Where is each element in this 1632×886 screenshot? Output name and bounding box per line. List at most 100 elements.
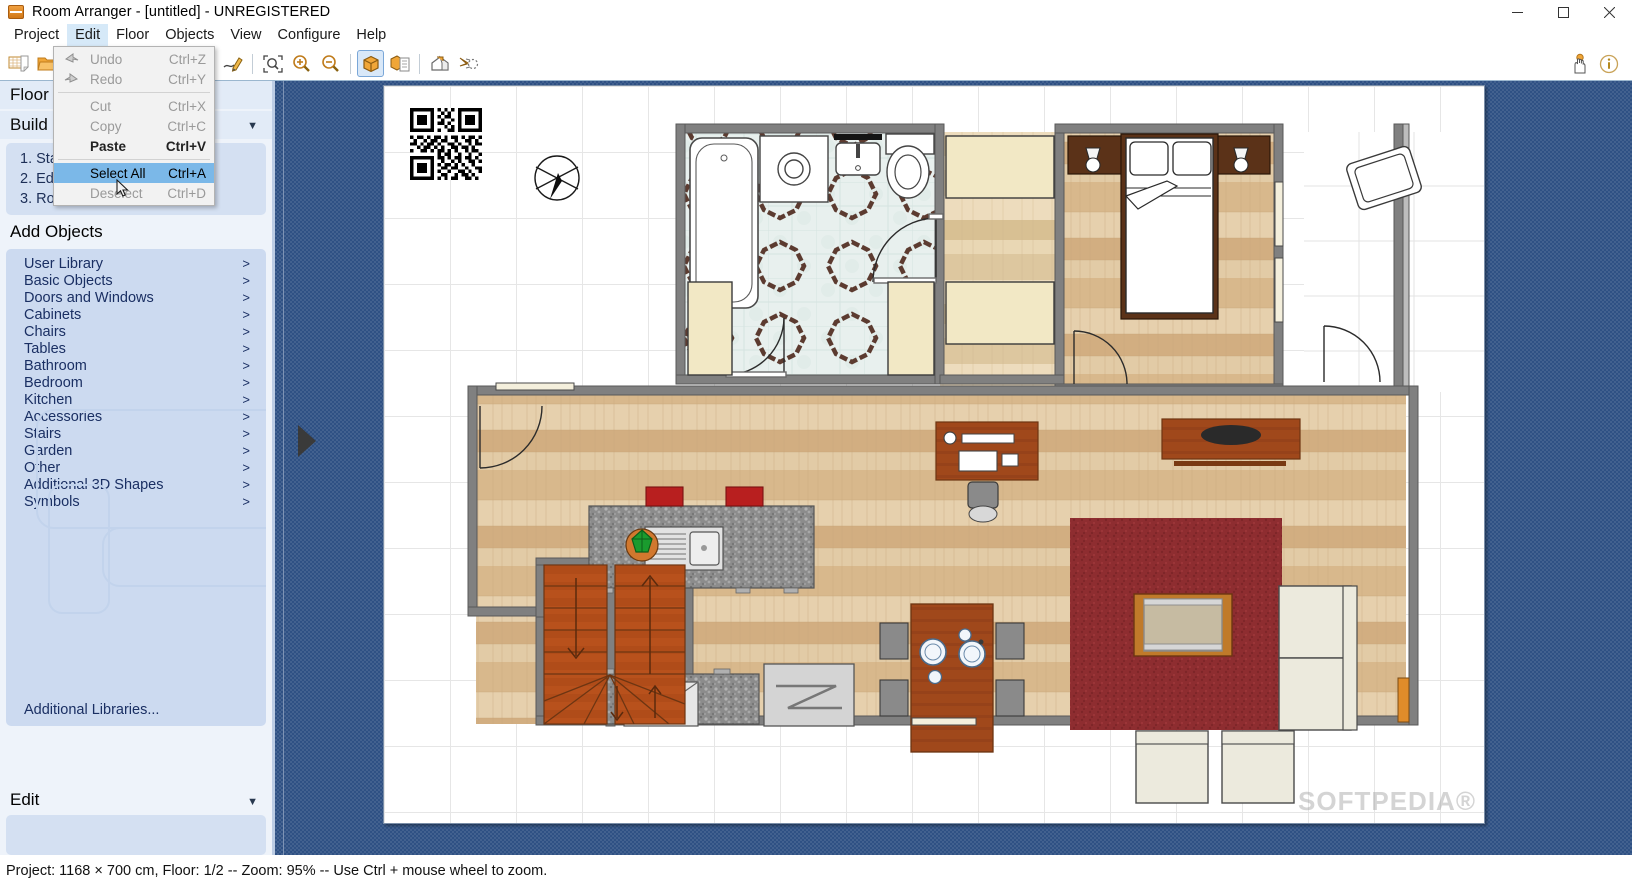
view-3d-box-icon[interactable] xyxy=(357,50,384,77)
chevron-right-icon: > xyxy=(242,375,250,390)
view-multi-page-icon[interactable] xyxy=(386,50,413,77)
object-desk xyxy=(935,421,1039,481)
chevron-right-icon: > xyxy=(242,477,250,492)
minimize-button[interactable] xyxy=(1494,0,1540,24)
category-label: Garden xyxy=(24,442,73,459)
object-bar-stool-1 xyxy=(645,486,684,507)
sidebar-item-basic-objects[interactable]: Basic Objects > xyxy=(6,272,266,289)
status-text: Project: 1168 × 700 cm, Floor: 1/2 -- Zo… xyxy=(6,862,548,879)
undo-icon xyxy=(64,53,79,63)
object-window-hall-top xyxy=(495,382,575,391)
title-bar: Room Arranger - [untitled] - UNREGISTERE… xyxy=(0,0,1632,24)
window-title: Room Arranger - [untitled] - UNREGISTERE… xyxy=(32,4,331,20)
object-armchair-1 xyxy=(1135,730,1209,804)
sidebar-item-stairs[interactable]: Stairs > xyxy=(6,425,266,442)
menu-item-select-all[interactable]: Select All Ctrl+A xyxy=(54,163,214,183)
category-label: Additional 3D Shapes xyxy=(24,476,164,493)
edit-menu-popup[interactable]: Undo Ctrl+Z Redo Ctrl+Y Cut Ctrl+X Copy … xyxy=(53,46,215,206)
object-nightstand-right xyxy=(1215,135,1271,175)
sidebar-edit-header[interactable]: Edit ▼ xyxy=(0,785,272,815)
object-glass-2 xyxy=(927,669,943,685)
menu-item-cut[interactable]: Cut Ctrl+X xyxy=(54,96,214,116)
menu-item-label: Cut xyxy=(90,98,112,114)
object-sideboard-tv xyxy=(1161,418,1301,466)
menu-item-undo[interactable]: Undo Ctrl+Z xyxy=(54,49,214,69)
edit-pencil-icon[interactable] xyxy=(219,50,246,77)
sidebar-item-symbols[interactable]: Symbols > xyxy=(6,493,266,510)
menu-item-shortcut: Ctrl+X xyxy=(168,98,206,114)
menu-objects[interactable]: Objects xyxy=(157,24,222,47)
sidebar-item-accessories[interactable]: Accessories > xyxy=(6,408,266,425)
pan-arrow-handle[interactable] xyxy=(298,425,316,457)
object-lamp-left xyxy=(1085,147,1101,173)
sidebar-item-user-library[interactable]: User Library > xyxy=(6,255,266,272)
object-sofa xyxy=(1278,585,1358,731)
menu-item-shortcut: Ctrl+Z xyxy=(168,51,206,67)
panel-splitter[interactable] xyxy=(272,81,284,855)
category-label: Stairs xyxy=(24,425,62,442)
sidebar-item-garden[interactable]: Garden > xyxy=(6,442,266,459)
category-label: Kitchen xyxy=(24,391,73,408)
object-bar-stool-2 xyxy=(725,486,764,507)
zoom-in-icon[interactable] xyxy=(288,50,315,77)
chevron-down-icon[interactable]: ▼ xyxy=(247,796,258,808)
additional-libraries-link[interactable]: Additional Libraries... xyxy=(6,702,266,718)
chevron-down-icon[interactable]: ▼ xyxy=(247,120,258,132)
toolbar-separator xyxy=(350,53,351,74)
object-nightstand-left xyxy=(1067,135,1123,175)
object-dining-table xyxy=(910,603,994,753)
floor-plan-paper[interactable]: SOFTPEDIA® xyxy=(383,85,1485,824)
maximize-button[interactable] xyxy=(1540,0,1586,24)
walkthrough-house-icon[interactable] xyxy=(426,50,453,77)
object-plate-1 xyxy=(919,638,947,666)
object-cabinet-bath-right-1 xyxy=(887,281,935,376)
sidebar-item-additional-3d-shapes[interactable]: Additional 3D Shapes > xyxy=(6,476,266,493)
sidebar-item-bathroom[interactable]: Bathroom > xyxy=(6,357,266,374)
menu-configure[interactable]: Configure xyxy=(270,24,349,47)
category-label: Doors and Windows xyxy=(24,289,154,306)
mouse-cursor xyxy=(116,179,129,197)
object-coffee-table xyxy=(1133,593,1233,657)
sidebar-item-kitchen[interactable]: Kitchen > xyxy=(6,391,266,408)
toolbar: 3.5m xyxy=(0,47,1632,81)
floor-plan-drawing[interactable] xyxy=(384,86,1485,824)
menu-view[interactable]: View xyxy=(222,24,269,47)
object-washing-machine xyxy=(759,135,829,203)
menu-item-label: Redo xyxy=(90,71,123,87)
object-lamp-right xyxy=(1233,147,1249,173)
menu-item-paste[interactable]: Paste Ctrl+V xyxy=(54,136,214,156)
add-objects-header: Add Objects xyxy=(0,215,272,249)
category-label: Bedroom xyxy=(24,374,83,391)
menu-item-redo[interactable]: Redo Ctrl+Y xyxy=(54,69,214,89)
info-icon[interactable] xyxy=(1595,50,1622,77)
sidebar-item-bedroom[interactable]: Bedroom > xyxy=(6,374,266,391)
category-label: Bathroom xyxy=(24,357,87,374)
sidebar-item-cabinets[interactable]: Cabinets > xyxy=(6,306,266,323)
sidebar-item-chairs[interactable]: Chairs > xyxy=(6,323,266,340)
menu-floor[interactable]: Floor xyxy=(108,24,157,47)
sidebar-item-doors-and-windows[interactable]: Doors and Windows > xyxy=(6,289,266,306)
status-bar: Project: 1168 × 700 cm, Floor: 1/2 -- Zo… xyxy=(0,855,1632,886)
sidebar-item-other[interactable]: Other > xyxy=(6,459,266,476)
donate-hand-icon[interactable] xyxy=(1566,50,1593,77)
menu-item-deselect[interactable]: Deselect Ctrl+D xyxy=(54,183,214,203)
menu-item-label: Copy xyxy=(90,118,122,134)
menu-item-copy[interactable]: Copy Ctrl+C xyxy=(54,116,214,136)
render-burst-icon[interactable] xyxy=(455,50,482,77)
menu-item-label: Undo xyxy=(90,51,123,67)
main-area: Floor Build ▼ 1. Start 2. Edit 3. Room N… xyxy=(0,81,1632,855)
sidebar-item-tables[interactable]: Tables > xyxy=(6,340,266,357)
menu-help[interactable]: Help xyxy=(348,24,394,47)
object-office-chair xyxy=(967,481,999,523)
menu-edit[interactable]: Edit xyxy=(67,24,109,47)
menu-project[interactable]: Project xyxy=(6,24,67,47)
zoom-out-icon[interactable] xyxy=(317,50,344,77)
menu-item-shortcut: Ctrl+C xyxy=(167,118,206,134)
canvas-area[interactable]: SOFTPEDIA® xyxy=(284,81,1632,855)
object-window-living-bottom xyxy=(911,717,977,726)
new-project-icon[interactable] xyxy=(5,50,32,77)
zoom-fit-icon[interactable] xyxy=(259,50,286,77)
chevron-right-icon: > xyxy=(242,358,250,373)
object-category-list: User Library > Basic Objects > Doors and… xyxy=(6,249,266,726)
close-button[interactable] xyxy=(1586,0,1632,24)
